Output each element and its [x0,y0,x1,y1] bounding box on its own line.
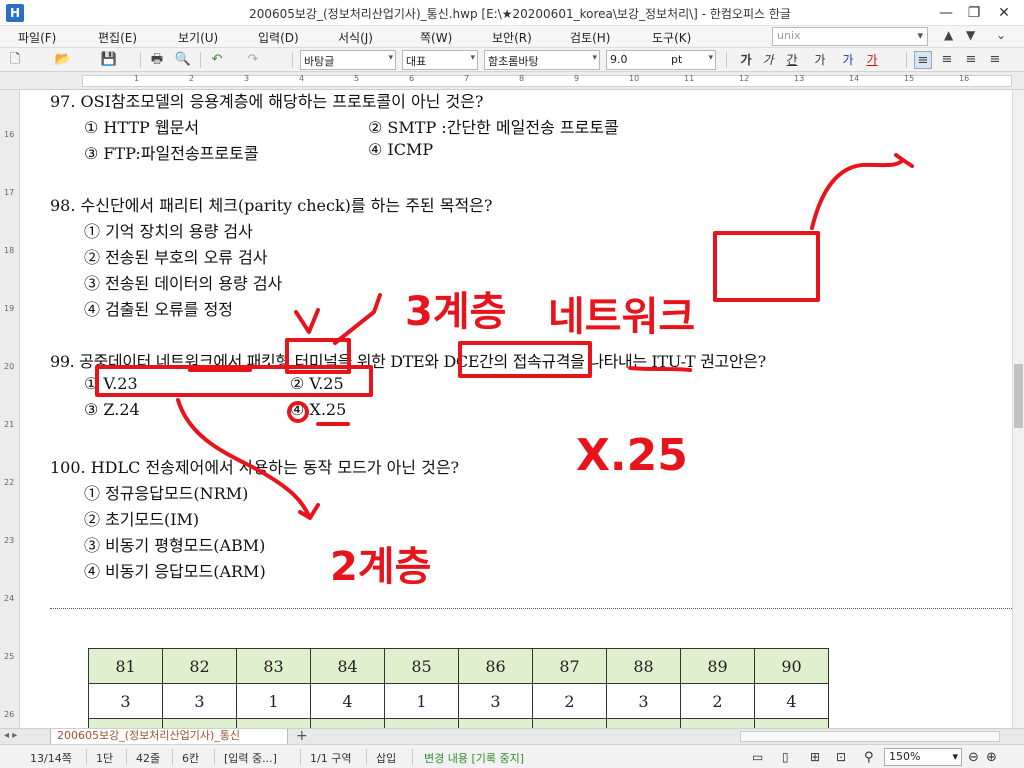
zoom-in-icon[interactable]: ⊕ [986,750,997,765]
annotation-x25: X.25 [576,430,688,481]
zoom-value: 150% [889,750,921,763]
status-track-changes[interactable]: 변경 내용 [기록 중지] [424,750,524,766]
status-mode: [입력 중...] [224,752,277,765]
annotation-layer3: 3계층 [405,289,506,335]
status-bar: 13/14쪽 1단 42줄 6칸 [입력 중...] 1/1 구역 삽입 변경 … [0,744,1024,768]
empty-box-annotation [713,231,820,302]
underline-annotation [628,366,692,372]
tab-document[interactable]: 200605보강_(정보처리산업기사)_통신 [50,729,288,745]
zoom-search-icon[interactable]: ⚲ [864,750,874,765]
status-line: 42줄 [136,752,161,765]
status-insert-mode[interactable]: 삽입 [376,750,396,766]
annotation-network: 네트워크 [548,294,695,340]
view-normal-icon[interactable]: ▭ [752,750,763,764]
option-4-circle-annotation [287,401,309,423]
add-tab-button[interactable]: + [296,728,308,744]
document-tab-bar: ◂ ▸ 200605보강_(정보처리산업기사)_통신 + [0,728,1024,745]
dte-dce-box-annotation [458,341,592,378]
down-arrow-annotation [176,398,320,520]
horizontal-scrollbar[interactable] [740,731,1000,742]
pen-annotations-overlay: 3계층 네트워크 X.25 2계층 [95,153,914,590]
view-fit-icon[interactable]: ⊡ [836,750,846,764]
status-col: 6칸 [182,752,200,765]
tab-nav-icon[interactable]: ◂ ▸ [4,730,17,741]
curved-arrow-annotation [810,153,914,230]
view-page-icon[interactable]: ▯ [782,750,789,764]
pointer-line-annotation [333,293,382,345]
annotation-layer2: 2계층 [330,544,431,590]
status-column: 1단 [96,752,114,765]
view-multi-icon[interactable]: ⊞ [810,750,820,764]
zoom-out-icon[interactable]: ⊖ [968,750,979,765]
status-page: 13/14쪽 [30,752,72,765]
checkmark-annotation [294,308,320,334]
status-section: 1/1 구역 [310,752,352,765]
vertical-scroll-thumb[interactable] [1014,364,1023,428]
zoom-combo[interactable]: 150% ▾ [884,748,962,766]
